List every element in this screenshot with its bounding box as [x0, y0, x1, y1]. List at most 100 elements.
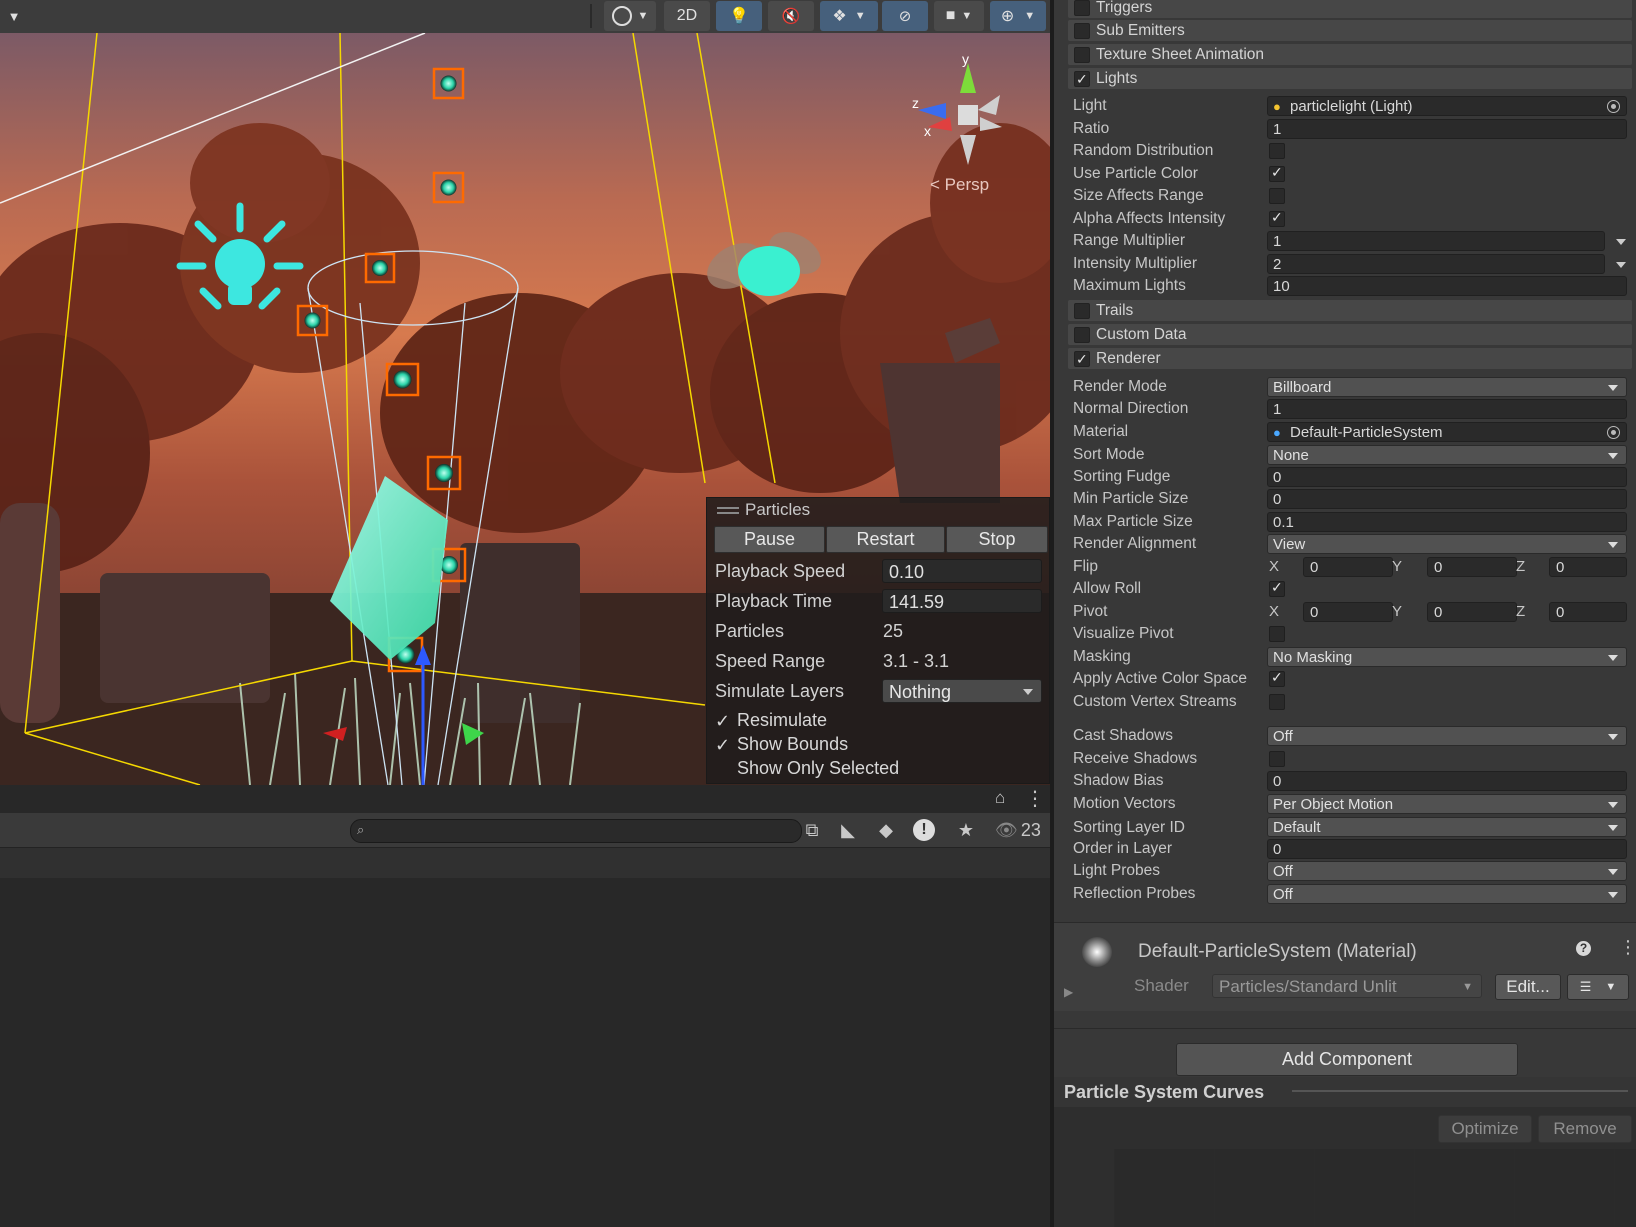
intensity-multiplier-field[interactable]: 2: [1267, 254, 1626, 274]
draw-mode-dropdown[interactable]: ▼: [604, 1, 656, 31]
checkbox-checked-icon[interactable]: [1074, 349, 1090, 370]
range-multiplier-field[interactable]: 1: [1267, 231, 1626, 251]
masking-dropdown[interactable]: No Masking: [1267, 647, 1627, 667]
error-icon: !: [913, 819, 935, 841]
camera-settings-dropdown[interactable]: ■ ▼: [934, 1, 984, 31]
chevron-down-icon: ▼: [1024, 10, 1036, 22]
visibility-count[interactable]: 👁 23: [990, 817, 1046, 843]
flip-y-field[interactable]: 0: [1427, 557, 1517, 577]
checkbox-icon[interactable]: [1074, 327, 1090, 343]
optimize-button[interactable]: Optimize: [1438, 1115, 1532, 1143]
module-triggers[interactable]: Triggers: [1068, 0, 1632, 18]
show-only-selected-toggle[interactable]: Show Only Selected: [715, 758, 899, 779]
checkbox-checked-icon[interactable]: [1074, 69, 1090, 90]
more-options-icon[interactable]: ⋮: [1619, 937, 1636, 958]
audio-toggle-button[interactable]: 🔇: [768, 1, 814, 31]
normal-direction-field[interactable]: 1: [1267, 399, 1627, 419]
shader-dropdown[interactable]: Particles/Standard Unlit ▼: [1212, 974, 1482, 998]
chevron-down-icon: ▼: [637, 10, 649, 22]
orientation-gizmo[interactable]: y z x: [900, 51, 1020, 165]
motion-vectors-dropdown[interactable]: Per Object Motion: [1267, 794, 1627, 814]
simulate-layers-dropdown[interactable]: Nothing: [882, 679, 1042, 703]
light-object-field[interactable]: ● particlelight (Light): [1267, 96, 1627, 116]
restart-button[interactable]: Restart: [826, 526, 945, 553]
particles-overlay-title[interactable]: Particles: [707, 498, 1049, 522]
cast-shadows-dropdown[interactable]: Off: [1267, 726, 1627, 746]
inspector-panel: Triggers Sub Emitters Texture Sheet Anim…: [1050, 0, 1636, 1227]
sorting-layer-id-dropdown[interactable]: Default: [1267, 817, 1627, 837]
sorting-fudge-field[interactable]: 0: [1267, 467, 1627, 487]
pivot-y-field[interactable]: 0: [1427, 602, 1517, 622]
filter-label-button[interactable]: ◆: [870, 817, 902, 843]
sort-mode-dropdown[interactable]: None: [1267, 445, 1627, 465]
light-probes-dropdown[interactable]: Off: [1267, 861, 1627, 881]
add-component-button[interactable]: Add Component: [1176, 1043, 1518, 1076]
maximum-lights-field[interactable]: 10: [1267, 276, 1627, 296]
projection-toggle[interactable]: < Persp: [930, 175, 989, 195]
gizmos-dropdown[interactable]: ⊕ ▼: [990, 1, 1046, 31]
pivot-x-field[interactable]: 0: [1303, 602, 1393, 622]
module-lights-label: Lights: [1096, 70, 1138, 87]
module-lights[interactable]: Lights: [1068, 68, 1632, 90]
module-custom-data[interactable]: Custom Data: [1068, 324, 1632, 345]
use-particle-color-checkbox[interactable]: [1269, 164, 1285, 182]
min-particle-size-field[interactable]: 0: [1267, 489, 1627, 509]
filter-errors-button[interactable]: !: [908, 817, 940, 843]
visualize-pivot-checkbox[interactable]: [1269, 626, 1285, 642]
resimulate-toggle[interactable]: ✓ Resimulate: [715, 710, 827, 731]
ratio-field[interactable]: 1: [1267, 119, 1627, 139]
max-particle-size-field[interactable]: 0.1: [1267, 512, 1627, 532]
checkbox-icon[interactable]: [1074, 23, 1090, 39]
help-icon[interactable]: ?: [1576, 941, 1591, 956]
collapse-toggle[interactable]: ⧉: [796, 817, 828, 843]
tools-dropdown[interactable]: ▼: [0, 1, 28, 31]
object-picker-icon[interactable]: [1607, 100, 1620, 113]
module-trails[interactable]: Trails: [1068, 300, 1632, 321]
allow-roll-checkbox[interactable]: [1269, 579, 1285, 597]
stop-button[interactable]: Stop: [946, 526, 1048, 553]
expand-arrow-icon[interactable]: ▶: [1064, 985, 1073, 999]
object-picker-icon[interactable]: [1607, 426, 1620, 439]
show-bounds-toggle[interactable]: ✓ Show Bounds: [715, 734, 848, 755]
checkbox-icon[interactable]: [1074, 47, 1090, 63]
alpha-affects-intensity-checkbox[interactable]: [1269, 209, 1285, 227]
pivot-z-field[interactable]: 0: [1549, 602, 1627, 622]
module-renderer[interactable]: Renderer: [1068, 348, 1632, 370]
curves-graph-area[interactable]: [1114, 1149, 1636, 1227]
order-in-layer-field[interactable]: 0: [1267, 839, 1627, 859]
console-search-input[interactable]: ⌕: [350, 819, 802, 843]
pause-button[interactable]: Pause: [714, 526, 825, 553]
module-sub-emitters[interactable]: Sub Emitters: [1068, 20, 1632, 41]
module-texture-sheet-animation[interactable]: Texture Sheet Animation: [1068, 44, 1632, 65]
lock-icon[interactable]: ⌂: [995, 788, 1005, 808]
render-alignment-dropdown[interactable]: View: [1267, 534, 1627, 554]
scene-view[interactable]: ▼ ▼ 2D 💡 🔇 ❖ ▼ ⊘ ■ ▼ ⊕ ▼ y z x < Persp P…: [0, 0, 1050, 785]
render-mode-dropdown[interactable]: Billboard: [1267, 377, 1627, 397]
playback-speed-field[interactable]: 0.10: [882, 559, 1042, 583]
favorites-button[interactable]: ★: [950, 817, 982, 843]
custom-vertex-streams-checkbox[interactable]: [1269, 694, 1285, 710]
reflection-probes-dropdown[interactable]: Off: [1267, 884, 1627, 904]
shader-options-dropdown[interactable]: ☰ ▼: [1567, 974, 1629, 1000]
particles-overlay: Particles Pause Restart Stop Playback Sp…: [706, 497, 1050, 784]
hidden-objects-toggle-button[interactable]: ⊘: [882, 1, 928, 31]
receive-shadows-checkbox[interactable]: [1269, 751, 1285, 767]
edit-shader-button[interactable]: Edit...: [1495, 974, 1561, 1000]
lighting-toggle-button[interactable]: 💡: [716, 1, 762, 31]
checkbox-icon[interactable]: [1074, 303, 1090, 319]
flip-x-field[interactable]: 0: [1303, 557, 1393, 577]
random-distribution-checkbox[interactable]: [1269, 143, 1285, 159]
2d-toggle-button[interactable]: 2D: [664, 1, 710, 31]
filter-type-button[interactable]: ◣: [832, 817, 864, 843]
more-options-icon[interactable]: ⋮: [1025, 786, 1045, 811]
effects-toggle-button[interactable]: ❖ ▼: [820, 1, 878, 31]
checkbox-icon[interactable]: [1074, 0, 1090, 16]
playback-time-field[interactable]: 141.59: [882, 589, 1042, 613]
apply-active-color-space-checkbox[interactable]: [1269, 669, 1285, 687]
shadow-bias-field[interactable]: 0: [1267, 771, 1627, 791]
flip-z-field[interactable]: 0: [1549, 557, 1627, 577]
checkmark-icon: ✓: [715, 711, 731, 731]
remove-button[interactable]: Remove: [1538, 1115, 1632, 1143]
size-affects-range-checkbox[interactable]: [1269, 188, 1285, 204]
material-object-field[interactable]: ● Default-ParticleSystem: [1267, 422, 1627, 442]
